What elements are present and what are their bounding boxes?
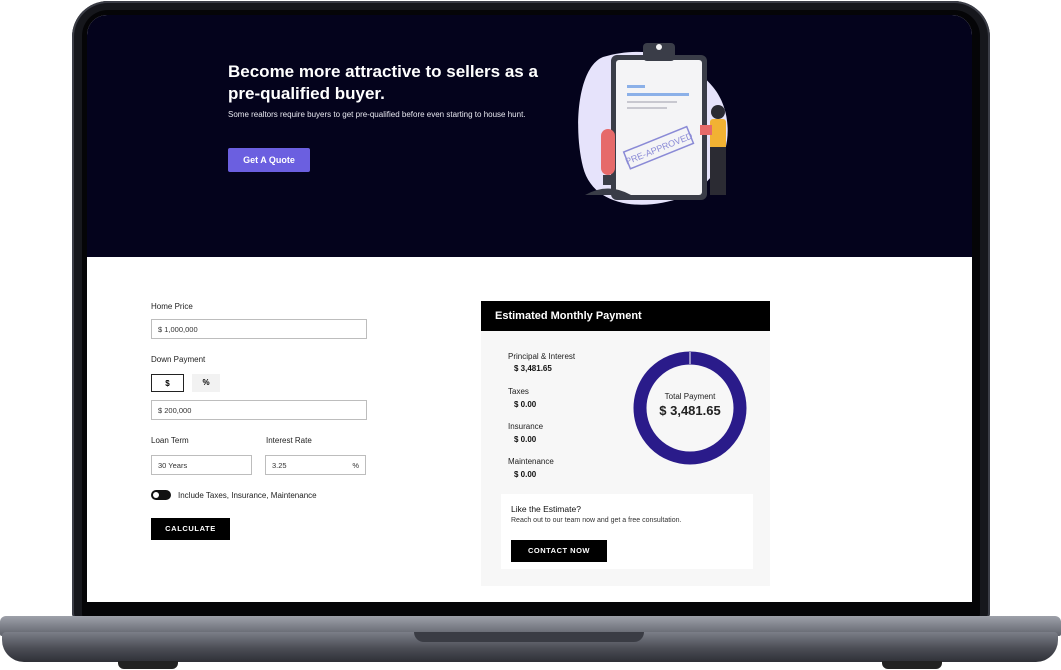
interest-rate-label: Interest Rate — [266, 436, 312, 445]
laptop-foot-left — [118, 661, 178, 669]
home-price-label: Home Price — [151, 302, 193, 311]
interest-rate-value: 3.25 — [272, 461, 287, 470]
estimate-panel-header: Estimated Monthly Payment — [481, 301, 770, 331]
contact-now-button[interactable]: CONTACT NOW — [511, 540, 607, 562]
cta-text: Reach out to our team now and get a free… — [511, 517, 682, 524]
total-payment-label: Total Payment — [664, 392, 716, 401]
estimate-item-label: Taxes — [508, 387, 529, 396]
total-payment-value: $ 3,481.65 — [659, 403, 721, 418]
estimate-item-label: Principal & Interest — [508, 352, 576, 361]
hero-title: Become more attractive to sellers as a p… — [228, 62, 538, 103]
loan-term-label: Loan Term — [151, 436, 189, 445]
get-quote-button[interactable]: Get A Quote — [228, 148, 310, 172]
loan-term-input[interactable]: 30 Years — [151, 455, 252, 475]
cta-title: Like the Estimate? — [511, 504, 581, 514]
interest-rate-input[interactable]: 3.25 % — [265, 455, 366, 475]
estimate-item-value: $ 0.00 — [514, 470, 537, 479]
estimate-item-label: Insurance — [508, 422, 544, 431]
hero-subtitle: Some realtors require buyers to get pre-… — [228, 110, 526, 119]
down-payment-input[interactable]: $ 200,000 — [151, 400, 367, 420]
laptop-screen: Become more attractive to sellers as a p… — [87, 15, 972, 602]
interest-rate-unit: % — [352, 461, 359, 470]
down-payment-dollar-toggle[interactable]: $ — [151, 374, 184, 392]
estimate-item-value: $ 3,481.65 — [514, 364, 552, 373]
laptop-foot-right — [882, 661, 942, 669]
estimate-item-value: $ 0.00 — [514, 400, 537, 409]
include-extras-switch[interactable] — [151, 490, 171, 500]
estimate-item-value: $ 0.00 — [514, 435, 537, 444]
pre-approved-illustration-icon: PRE-APPROVED — [578, 43, 728, 205]
calculate-button[interactable]: CALCULATE — [151, 518, 230, 540]
hero-section: Become more attractive to sellers as a p… — [87, 15, 972, 257]
include-extras-label: Include Taxes, Insurance, Maintenance — [178, 491, 317, 500]
down-payment-label: Down Payment — [151, 355, 206, 364]
home-price-input[interactable]: $ 1,000,000 — [151, 319, 367, 339]
down-payment-percent-toggle[interactable]: % — [192, 374, 220, 392]
estimate-item-label: Maintenance — [508, 457, 554, 466]
laptop-notch — [414, 632, 644, 642]
